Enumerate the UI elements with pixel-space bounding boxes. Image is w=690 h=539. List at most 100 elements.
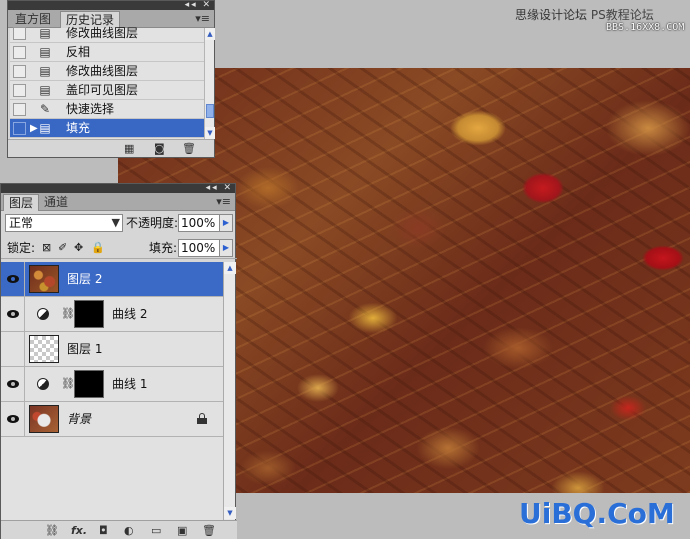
history-brush-checkbox[interactable] — [13, 122, 26, 135]
layer-name[interactable]: 图层 1 — [67, 342, 102, 356]
fill-arrow-icon[interactable]: ▶ — [219, 239, 233, 257]
fill-input[interactable]: 100% — [178, 239, 222, 257]
lock-all-icon[interactable]: 🔒 — [91, 241, 105, 254]
history-item[interactable]: ▤ 修改曲线图层 — [10, 62, 204, 81]
site-url: BBS.16XX8.COM — [606, 22, 685, 33]
history-brush-checkbox[interactable] — [13, 27, 26, 40]
layer-row-layer-1[interactable]: 图层 1 — [1, 332, 223, 367]
scroll-thumb[interactable] — [206, 104, 214, 118]
chain-link-icon[interactable]: ⛓ — [61, 377, 75, 390]
layer-thumbnail[interactable] — [29, 405, 59, 433]
new-adjustment-layer-icon[interactable]: ◐ — [124, 524, 134, 537]
history-list: ▤ 修改曲线图层 ▤ 反相 ▤ 修改曲线图层 ▤ 盖印可见图层 ✎ 快速选择 ▶… — [10, 26, 204, 139]
layer-mask-thumbnail[interactable] — [74, 300, 104, 328]
adjustment-layer-icon[interactable] — [37, 308, 49, 320]
history-item-label: 修改曲线图层 — [66, 64, 139, 78]
layers-scrollbar[interactable]: ▲ ▼ — [223, 262, 236, 520]
history-item[interactable]: ▤ 反相 — [10, 43, 204, 62]
history-item[interactable]: ▤ 盖印可见图层 — [10, 81, 204, 100]
lock-fill-row: 锁定: ⊠ ✐ ✥ 🔒 填充: 100% ▶ — [1, 237, 237, 259]
tab-channels[interactable]: 通道 — [39, 194, 73, 211]
site-credit-text: 思缘设计论坛 — [515, 8, 588, 22]
visibility-eye-icon[interactable] — [6, 308, 21, 320]
visibility-eye-icon[interactable] — [6, 273, 21, 285]
scroll-down-icon[interactable]: ▼ — [224, 507, 236, 519]
chain-link-icon[interactable]: ⛓ — [61, 307, 75, 320]
scroll-up-icon[interactable]: ▲ — [205, 28, 215, 40]
history-panel-titlebar[interactable]: ◂◂ ✕ — [8, 0, 214, 10]
lock-image-pixels-icon[interactable]: ✐ — [58, 241, 67, 254]
opacity-input[interactable]: 100% — [178, 214, 222, 232]
lock-transparent-pixels-icon[interactable]: ⊠ — [42, 241, 51, 254]
history-item-label: 填充 — [66, 121, 91, 135]
chevron-down-icon: ▼ — [111, 216, 120, 229]
row-divider — [24, 297, 25, 332]
history-scrollbar[interactable]: ▲ ▼ — [204, 28, 215, 139]
blend-mode-select[interactable]: 正常 ▼ — [5, 214, 123, 232]
history-state-marker-icon: ▶ — [30, 123, 38, 134]
layer-row-curves-1[interactable]: ⛓ 曲线 1 — [1, 367, 223, 402]
layer-row-curves-2[interactable]: ⛓ 曲线 2 — [1, 297, 223, 332]
link-layers-icon[interactable]: ⛓ — [45, 524, 59, 537]
document-icon: ▤ — [39, 121, 51, 135]
layer-name[interactable]: 背景 — [67, 412, 91, 426]
history-panel: ◂◂ ✕ 直方图 历史记录 ▾≡ ▤ 修改曲线图层 ▤ 反相 ▤ 修改曲线图层 … — [7, 0, 215, 158]
row-divider — [24, 367, 25, 402]
delete-state-icon[interactable]: 🗑 — [182, 142, 196, 155]
history-footer: ▦ ◙ 🗑 — [8, 139, 214, 157]
row-divider — [24, 402, 25, 437]
history-item[interactable]: ▤ 修改曲线图层 — [10, 24, 204, 43]
tab-layers[interactable]: 图层 — [3, 194, 40, 211]
scroll-down-icon[interactable]: ▼ — [205, 127, 215, 139]
site-credit: 思缘设计论坛 PS教程论坛 — [515, 6, 654, 23]
lock-position-icon[interactable]: ✥ — [74, 241, 83, 254]
lock-label: 锁定: — [7, 241, 36, 255]
scroll-up-icon[interactable]: ▲ — [224, 262, 236, 274]
layer-name[interactable]: 曲线 1 — [112, 377, 147, 391]
history-item-label: 修改曲线图层 — [66, 26, 139, 40]
new-snapshot-icon[interactable]: ◙ — [154, 142, 165, 155]
layers-panel-titlebar[interactable]: ◂◂ ✕ — [1, 183, 235, 193]
panel-menu-icon[interactable]: ▾≡ — [216, 195, 231, 208]
layer-name[interactable]: 图层 2 — [67, 272, 102, 286]
quick-select-icon: ✎ — [39, 102, 51, 116]
lock-icon — [197, 413, 207, 424]
row-divider — [24, 262, 25, 297]
history-item-selected[interactable]: ▶ ▤ 填充 — [10, 119, 204, 138]
document-icon: ▤ — [39, 26, 51, 40]
blend-opacity-row: 正常 ▼ 不透明度: 100% ▶ — [1, 211, 237, 235]
layers-panel: ◂◂ ✕ 图层 通道 ▾≡ 正常 ▼ 不透明度: 100% ▶ 锁定: ⊠ ✐ … — [0, 183, 237, 539]
visibility-eye-icon[interactable] — [6, 378, 21, 390]
history-brush-checkbox[interactable] — [13, 103, 26, 116]
history-brush-checkbox[interactable] — [13, 84, 26, 97]
layer-thumbnail[interactable] — [29, 265, 59, 293]
layer-thumbnail[interactable] — [29, 335, 59, 363]
new-layer-icon[interactable]: ▣ — [177, 524, 187, 537]
layer-row-layer-2[interactable]: 图层 2 — [1, 262, 223, 297]
history-item-label: 快速选择 — [66, 102, 115, 116]
layer-row-background[interactable]: 背景 — [1, 402, 223, 437]
layers-footer: ⛓ fx. ◘ ◐ ▭ ▣ 🗑 — [1, 520, 237, 539]
new-document-from-state-icon[interactable]: ▦ — [124, 142, 134, 155]
collapse-close-icons[interactable]: ◂◂ ✕ — [206, 183, 233, 193]
document-icon: ▤ — [39, 83, 51, 97]
fill-label: 填充: — [149, 241, 178, 255]
layer-list: 图层 2 ⛓ 曲线 2 图层 1 ⛓ 曲线 1 背景 — [1, 262, 223, 520]
opacity-arrow-icon[interactable]: ▶ — [219, 214, 233, 232]
delete-layer-icon[interactable]: 🗑 — [202, 524, 216, 537]
document-icon: ▤ — [39, 45, 51, 59]
layer-name[interactable]: 曲线 2 — [112, 307, 147, 321]
history-brush-checkbox[interactable] — [13, 65, 26, 78]
history-item[interactable]: ✎ 快速选择 — [10, 100, 204, 119]
add-mask-icon[interactable]: ◘ — [99, 524, 108, 537]
watermark-logo: UiBQ.CoM — [519, 497, 675, 530]
layer-style-fx-icon[interactable]: fx. — [71, 524, 87, 537]
document-icon: ▤ — [39, 64, 51, 78]
history-item-label: 盖印可见图层 — [66, 83, 139, 97]
collapse-close-icons[interactable]: ◂◂ ✕ — [185, 0, 212, 10]
layer-mask-thumbnail[interactable] — [74, 370, 104, 398]
adjustment-layer-icon[interactable] — [37, 378, 49, 390]
visibility-eye-icon[interactable] — [6, 413, 21, 425]
new-group-icon[interactable]: ▭ — [151, 524, 161, 537]
history-brush-checkbox[interactable] — [13, 46, 26, 59]
